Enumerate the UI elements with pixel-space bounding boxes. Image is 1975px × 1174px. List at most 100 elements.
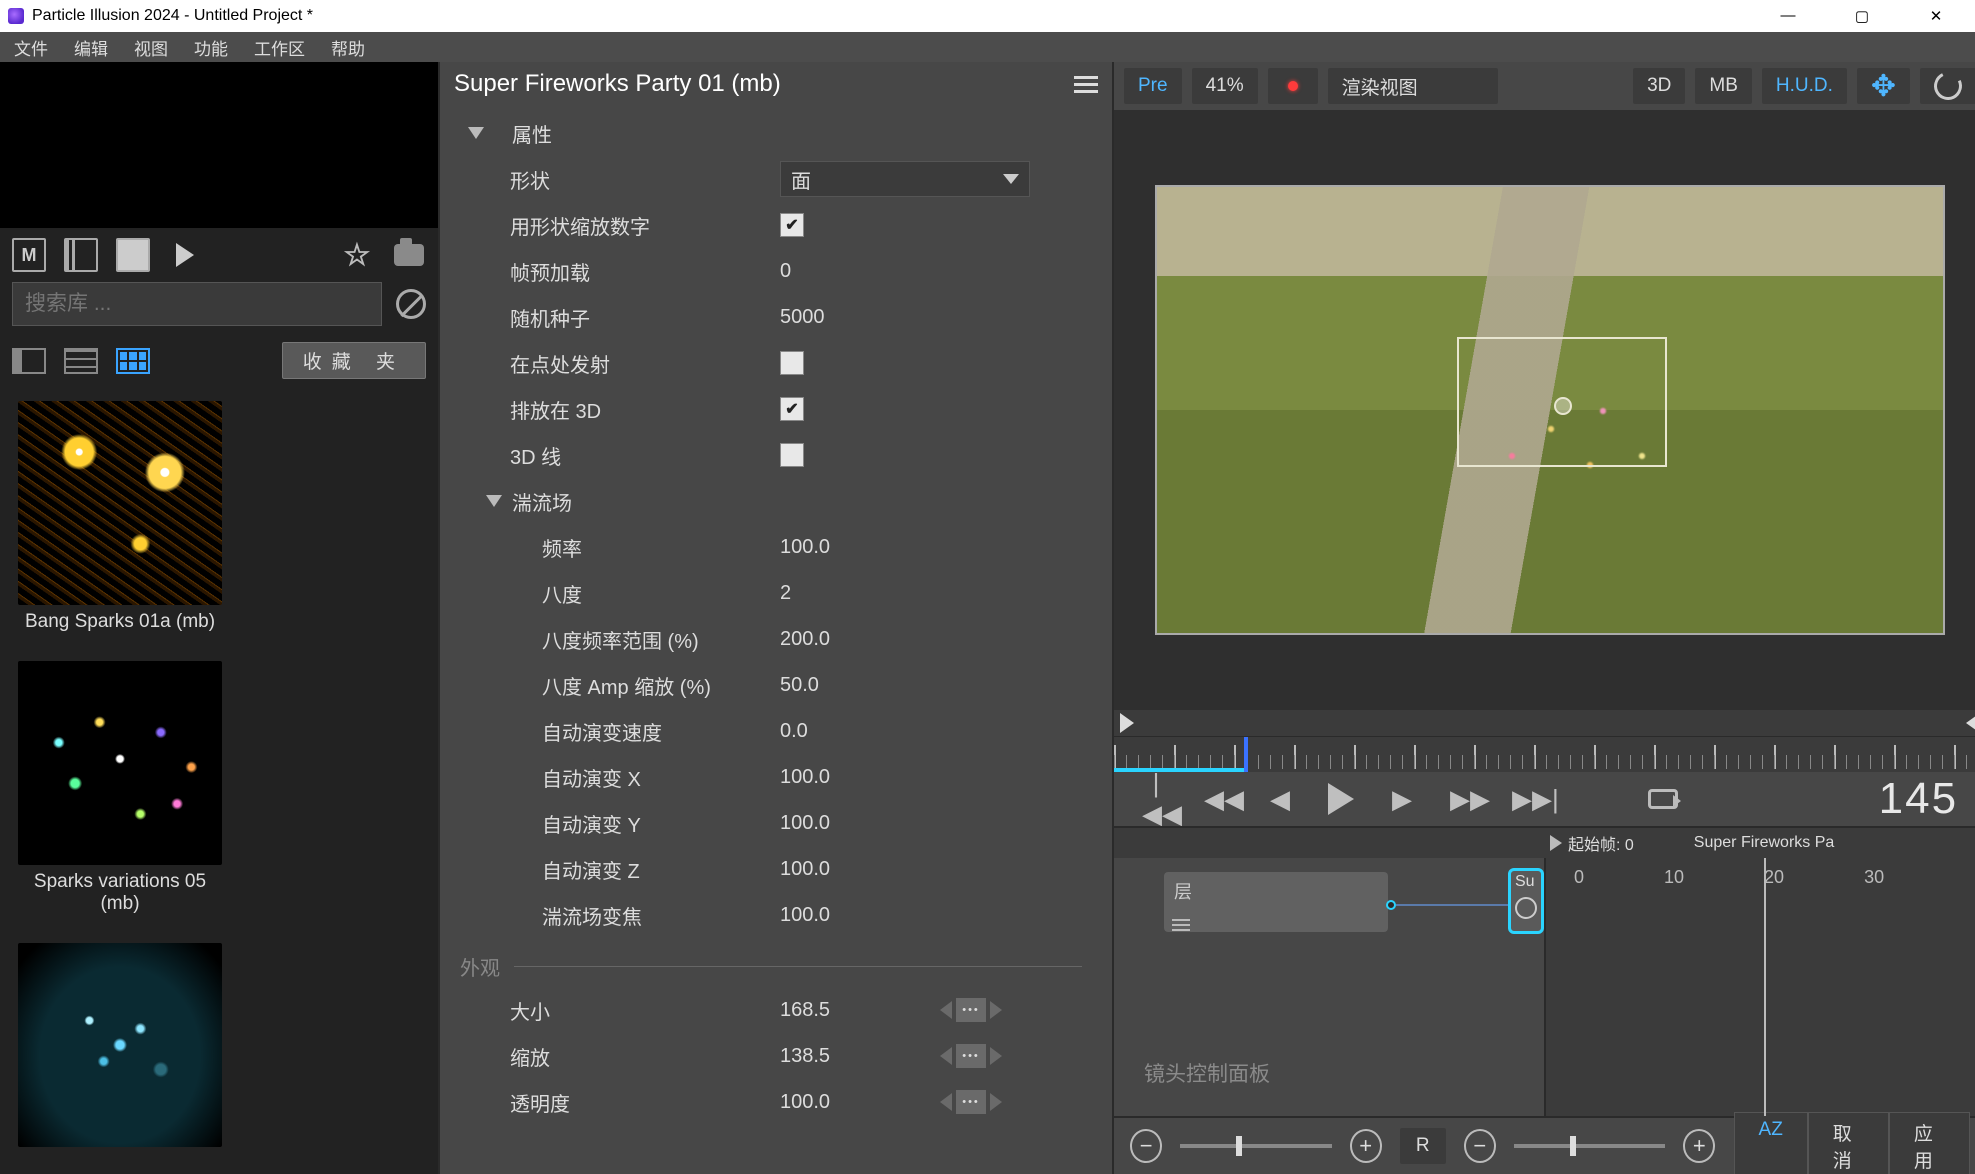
goto-start-button[interactable]: |◀◀ (1142, 768, 1170, 830)
mb-toggle-button[interactable]: MB (1695, 68, 1752, 104)
search-input[interactable] (12, 282, 382, 326)
place-in-3d-checkbox[interactable]: ✔ (780, 397, 804, 421)
record-button[interactable] (1268, 68, 1318, 104)
evolve-y-value[interactable]: 100.0 (780, 812, 940, 835)
time-ruler[interactable] (1114, 736, 1975, 772)
layer-node[interactable]: 层 (1164, 872, 1388, 932)
section-appearance[interactable]: 外观 (460, 952, 500, 981)
zoom-in-button[interactable]: + (1350, 1129, 1382, 1163)
cancel-button[interactable]: 取消 (1808, 1112, 1889, 1174)
emitter-name: Super Fireworks Party 01 (mb) (454, 70, 1074, 98)
panel-menu-icon[interactable] (1074, 83, 1098, 86)
goto-end-button[interactable]: ▶▶| (1512, 784, 1540, 815)
viewer-panel: Pre 41% 渲染视图 3D MB H.U.D. ✥ (1114, 62, 1975, 1174)
size-stepper[interactable]: ••• (940, 998, 1002, 1022)
emitter-node[interactable]: Su (1508, 868, 1544, 934)
minimize-button[interactable]: — (1765, 7, 1811, 25)
zoom-in-button-2[interactable]: + (1683, 1129, 1715, 1163)
evolve-speed-value[interactable]: 0.0 (780, 720, 940, 743)
opacity-value[interactable]: 100.0 (780, 1091, 940, 1114)
playhead[interactable] (1244, 737, 1248, 772)
viewmode-list-icon[interactable] (64, 348, 98, 374)
oct-amp-value[interactable]: 50.0 (780, 674, 940, 697)
expand-icon[interactable] (486, 495, 502, 507)
loop-icon[interactable] (1648, 789, 1678, 809)
zoom-slider-2[interactable] (1514, 1144, 1665, 1148)
current-frame[interactable]: 145 (1879, 774, 1958, 824)
emitter-handle[interactable] (1554, 397, 1572, 415)
library-item[interactable] (18, 943, 222, 1153)
library-panel: M ☆ 收藏 夹 Bang Sparks 01a (mb) Spa (0, 62, 438, 1174)
3d-toggle-button[interactable]: 3D (1633, 68, 1685, 104)
preload-value[interactable]: 0 (780, 260, 940, 283)
solid-square-icon[interactable] (116, 238, 150, 272)
viewmode-grid-icon[interactable] (116, 348, 150, 374)
node-output-port[interactable] (1386, 900, 1396, 910)
zoom-slider[interactable] (1180, 1144, 1331, 1148)
turb-focus-value[interactable]: 100.0 (780, 904, 940, 927)
rewind-button[interactable]: ◀◀ (1204, 784, 1232, 815)
octaves-value[interactable]: 2 (780, 582, 940, 605)
maximize-button[interactable]: ▢ (1839, 7, 1885, 25)
menu-edit[interactable]: 编辑 (68, 35, 114, 60)
prop-label: 帧预加载 (510, 257, 780, 286)
clear-search-icon[interactable] (396, 289, 426, 319)
close-button[interactable]: ✕ (1913, 7, 1959, 25)
move-tool-button[interactable]: ✥ (1857, 68, 1910, 104)
step-forward-button[interactable]: ▶ (1388, 784, 1416, 815)
scale-stepper[interactable]: ••• (940, 1044, 1002, 1068)
preview-mode-button[interactable]: Pre (1124, 68, 1182, 104)
section-attributes[interactable]: 属性 (512, 119, 552, 148)
canvas[interactable] (1155, 185, 1945, 635)
node-graph[interactable]: 层 Su 镜头控制面板 (1114, 858, 1544, 1116)
oct-freq-value[interactable]: 200.0 (780, 628, 940, 651)
filmstrip-icon[interactable] (64, 238, 98, 272)
apply-button[interactable]: 应用 (1889, 1112, 1970, 1174)
viewport[interactable] (1114, 110, 1975, 710)
range-start-icon[interactable] (1120, 713, 1134, 733)
library-thumbnail (18, 401, 222, 605)
timeline-tracks[interactable]: 0 10 20 30 (1544, 858, 1975, 1116)
play-preview-button[interactable] (168, 238, 202, 272)
menu-view[interactable]: 视图 (128, 35, 174, 60)
camera-icon[interactable] (392, 238, 426, 272)
seed-value[interactable]: 5000 (780, 306, 940, 329)
mode-m-button[interactable]: M (12, 238, 46, 272)
refresh-button[interactable] (1920, 68, 1975, 104)
render-view-button[interactable]: 渲染视图 (1328, 68, 1498, 104)
scale-digits-checkbox[interactable]: ✔ (780, 213, 804, 237)
fast-forward-button[interactable]: ▶▶ (1450, 784, 1478, 815)
library-item[interactable]: Sparks variations 05 (mb) (18, 661, 222, 915)
menu-workspace[interactable]: 工作区 (248, 35, 311, 60)
viewmode-detail-icon[interactable] (12, 348, 46, 374)
r-button[interactable]: R (1400, 1128, 1446, 1164)
favorites-button[interactable]: 收藏 夹 (282, 342, 426, 379)
play-button[interactable] (1328, 783, 1354, 815)
timeline-playhead[interactable] (1764, 858, 1766, 1116)
size-value[interactable]: 168.5 (780, 999, 940, 1022)
section-turbulence[interactable]: 湍流场 (512, 487, 572, 516)
evolve-x-value[interactable]: 100.0 (780, 766, 940, 789)
opacity-stepper[interactable]: ••• (940, 1090, 1002, 1114)
library-item[interactable]: Bang Sparks 01a (mb) (18, 401, 222, 633)
expand-icon[interactable] (468, 127, 484, 139)
step-back-button[interactable]: ◀ (1266, 784, 1294, 815)
hud-toggle-button[interactable]: H.U.D. (1762, 68, 1847, 104)
menu-help[interactable]: 帮助 (325, 35, 371, 60)
library-preview-area (0, 62, 438, 228)
line-3d-checkbox[interactable] (780, 443, 804, 467)
freq-value[interactable]: 100.0 (780, 536, 940, 559)
star-icon[interactable]: ☆ (340, 238, 374, 272)
menu-file[interactable]: 文件 (8, 35, 54, 60)
range-bar[interactable] (1114, 710, 1975, 736)
shape-dropdown[interactable]: 面 (780, 161, 1030, 197)
menu-functions[interactable]: 功能 (188, 35, 234, 60)
range-end-icon[interactable] (1966, 713, 1975, 733)
az-button[interactable]: AZ (1734, 1112, 1808, 1174)
zoom-out-button-2[interactable]: − (1464, 1129, 1496, 1163)
zoom-level[interactable]: 41% (1192, 68, 1258, 104)
evolve-z-value[interactable]: 100.0 (780, 858, 940, 881)
scale-value[interactable]: 138.5 (780, 1045, 940, 1068)
zoom-out-button[interactable]: − (1130, 1129, 1162, 1163)
emit-at-points-checkbox[interactable] (780, 351, 804, 375)
